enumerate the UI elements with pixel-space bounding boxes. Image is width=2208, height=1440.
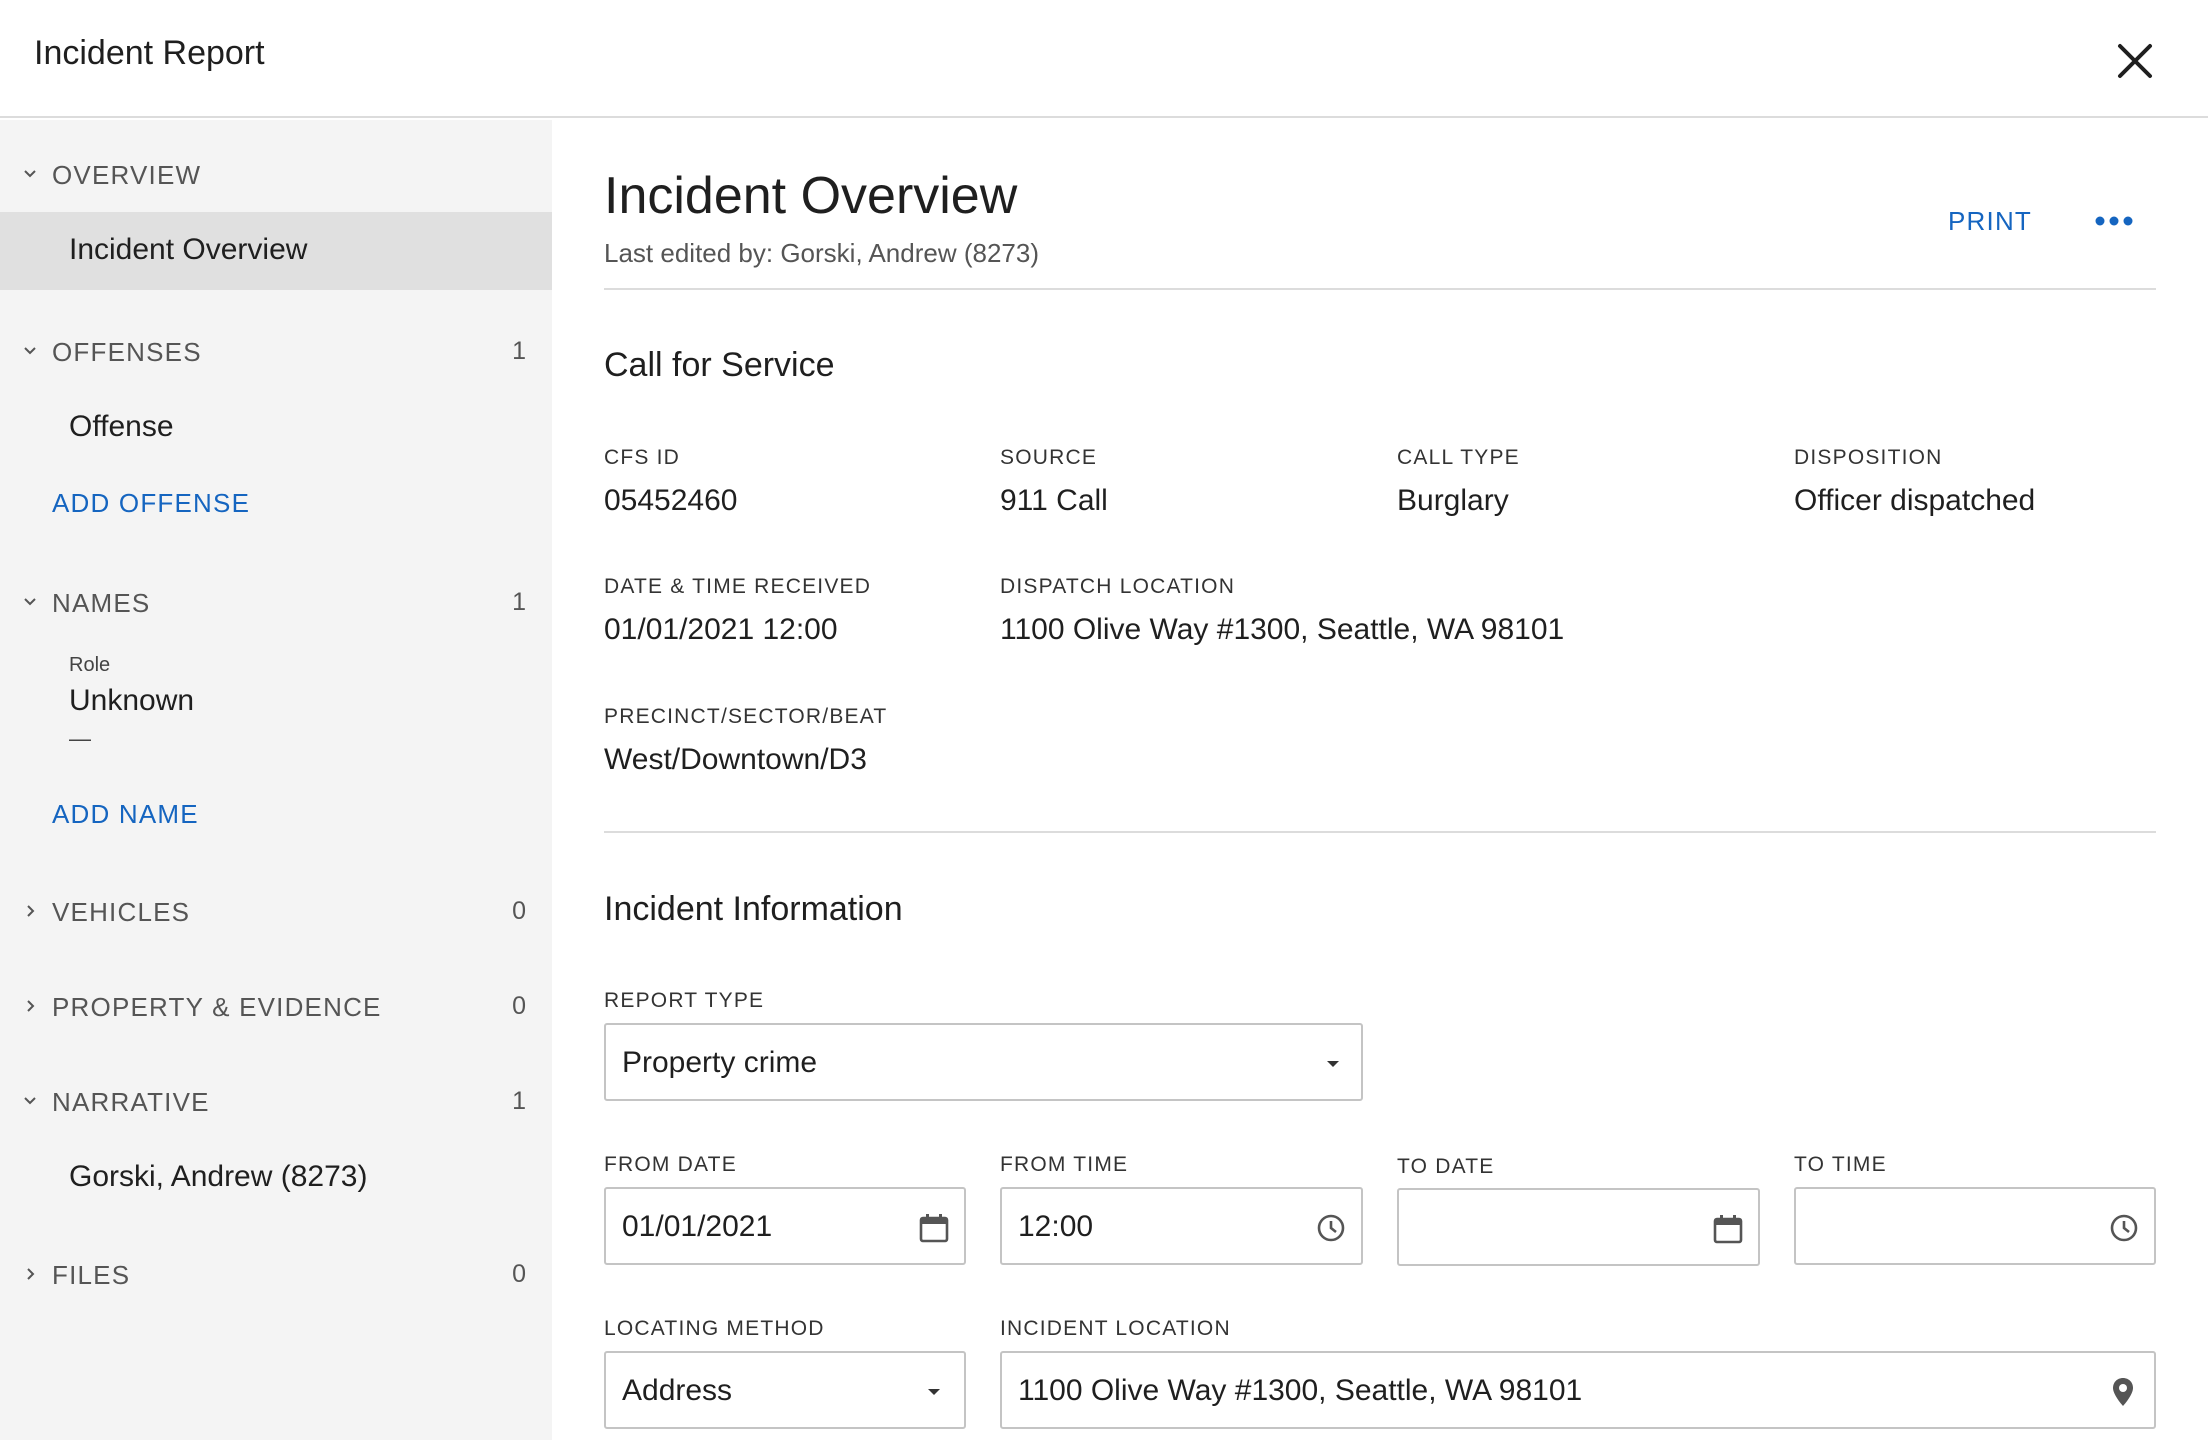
header-divider: [604, 288, 2156, 290]
chevron-right-icon: [27, 1000, 35, 1012]
role-caption: Role: [69, 654, 111, 676]
sidebar-section-vehicles[interactable]: VEHICLES 0: [0, 892, 552, 932]
main-content: Incident Overview Last edited by: Gorski…: [552, 120, 2208, 1440]
section-count: 0: [512, 1260, 526, 1288]
to-date-label: TO DATE: [1397, 1155, 1495, 1178]
section-count: 1: [512, 337, 526, 365]
report-type-label: REPORT TYPE: [604, 989, 765, 1012]
add-offense-link[interactable]: ADD OFFENSE: [52, 488, 250, 519]
sidebar-item-offense[interactable]: Offense: [0, 389, 552, 467]
report-type-select[interactable]: Property crime: [604, 1023, 1363, 1101]
sidebar-nav: OVERVIEW Incident Overview OFFENSES 1 Of…: [0, 120, 552, 1440]
call-type-value: Burglary: [1397, 484, 1509, 517]
sidebar-section-files[interactable]: FILES 0: [0, 1255, 552, 1295]
from-time-label: FROM TIME: [1000, 1153, 1129, 1176]
section-label: FILES: [52, 1260, 131, 1290]
chevron-down-icon: [24, 598, 36, 606]
top-bar: Incident Report: [0, 0, 2208, 118]
source-value: 911 Call: [1000, 484, 1108, 517]
section-count: 1: [512, 1087, 526, 1115]
date-time-received-value: 01/01/2021 12:00: [604, 613, 838, 646]
date-time-received-label: DATE & TIME RECEIVED: [604, 575, 872, 598]
section-label: NAMES: [52, 588, 151, 618]
from-date-label: FROM DATE: [604, 1153, 737, 1176]
from-time-value: 12:00: [1018, 1210, 1094, 1243]
role-value: Unknown: [69, 684, 195, 717]
chevron-right-icon: [27, 1268, 35, 1280]
disposition-label: DISPOSITION: [1794, 446, 1943, 469]
report-type-value: Property crime: [622, 1046, 818, 1079]
disposition-value: Officer dispatched: [1794, 484, 2036, 517]
locating-method-select[interactable]: Address: [604, 1351, 966, 1429]
to-time-label: TO TIME: [1794, 1153, 1887, 1176]
section-count: 0: [512, 992, 526, 1020]
cfs-id-label: CFS ID: [604, 446, 681, 469]
sidebar-item-label: Offense: [69, 410, 174, 443]
clock-icon[interactable]: [1314, 1211, 1348, 1245]
section-divider: [604, 831, 2156, 833]
from-date-input[interactable]: 01/01/2021: [604, 1187, 966, 1265]
call-type-label: CALL TYPE: [1397, 446, 1520, 469]
name-detail: —: [69, 726, 91, 751]
sidebar-section-property-evidence[interactable]: PROPERTY & EVIDENCE 0: [0, 987, 552, 1027]
calendar-icon[interactable]: [917, 1211, 951, 1245]
chevron-right-icon: [27, 905, 35, 917]
sidebar-section-narrative[interactable]: NARRATIVE 1: [0, 1082, 552, 1122]
precinct-label: PRECINCT/SECTOR/BEAT: [604, 705, 888, 728]
precinct-value: West/Downtown/D3: [604, 743, 867, 776]
sidebar-item-label: Gorski, Andrew (8273): [69, 1160, 368, 1193]
from-date-value: 01/01/2021: [622, 1210, 773, 1243]
incident-location-input[interactable]: 1100 Olive Way #1300, Seattle, WA 98101: [1000, 1351, 2156, 1429]
section-label: OFFENSES: [52, 337, 202, 367]
page-title: Incident Overview: [604, 167, 1018, 225]
cfs-id-value: 05452460: [604, 484, 738, 517]
location-pin-icon[interactable]: [2106, 1375, 2140, 1409]
incident-location-label: INCIDENT LOCATION: [1000, 1317, 1231, 1340]
add-name-link[interactable]: ADD NAME: [52, 799, 199, 830]
window-title: Incident Report: [34, 34, 265, 72]
locating-method-value: Address: [622, 1374, 733, 1407]
incident-location-value: 1100 Olive Way #1300, Seattle, WA 98101: [1018, 1374, 1583, 1407]
sidebar-item-incident-overview[interactable]: Incident Overview: [0, 212, 552, 290]
section-label: NARRATIVE: [52, 1087, 210, 1117]
from-time-input[interactable]: 12:00: [1000, 1187, 1363, 1265]
more-options-icon[interactable]: [2092, 204, 2136, 238]
locating-method-label: LOCATING METHOD: [604, 1317, 825, 1340]
chevron-down-icon: [24, 1097, 36, 1105]
chevron-down-icon: [24, 170, 36, 178]
sidebar-section-names[interactable]: NAMES 1: [0, 583, 552, 623]
to-date-input[interactable]: [1397, 1188, 1760, 1266]
clock-icon[interactable]: [2107, 1211, 2141, 1245]
section-label: OVERVIEW: [52, 160, 202, 190]
calendar-icon[interactable]: [1711, 1212, 1745, 1246]
dropdown-arrow-icon: [928, 1389, 940, 1395]
section-label: PROPERTY & EVIDENCE: [52, 992, 382, 1022]
source-label: SOURCE: [1000, 446, 1098, 469]
section-count: 0: [512, 897, 526, 925]
sidebar-section-offenses[interactable]: OFFENSES 1: [0, 332, 552, 372]
call-for-service-title: Call for Service: [604, 346, 835, 384]
close-icon[interactable]: [2112, 38, 2158, 84]
sidebar-section-overview[interactable]: OVERVIEW: [0, 155, 552, 195]
incident-information-title: Incident Information: [604, 890, 903, 928]
dispatch-location-value: 1100 Olive Way #1300, Seattle, WA 98101: [1000, 613, 1565, 646]
dispatch-location-label: DISPATCH LOCATION: [1000, 575, 1236, 598]
last-edited-text: Last edited by: Gorski, Andrew (8273): [604, 238, 1040, 268]
dropdown-arrow-icon: [1327, 1061, 1339, 1067]
sidebar-item-narrative[interactable]: Gorski, Andrew (8273): [0, 1139, 552, 1217]
chevron-down-icon: [24, 347, 36, 355]
to-time-input[interactable]: [1794, 1187, 2156, 1265]
sidebar-item-label: Incident Overview: [69, 233, 308, 266]
section-count: 1: [512, 588, 526, 616]
section-label: VEHICLES: [52, 897, 191, 927]
print-button[interactable]: PRINT: [1948, 206, 2032, 237]
